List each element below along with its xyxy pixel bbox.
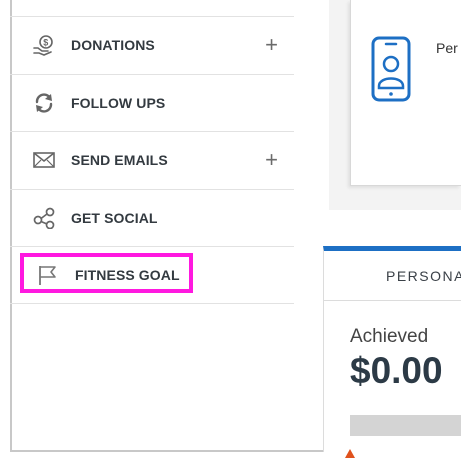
progress-marker bbox=[345, 449, 355, 458]
add-donation-button[interactable]: + bbox=[265, 34, 278, 56]
achieved-amount: $0.00 bbox=[350, 350, 443, 391]
sidebar-item-follow-ups[interactable]: FOLLOW UPS bbox=[10, 73, 294, 132]
sidebar-item-donations[interactable]: $ DONATIONS + bbox=[10, 16, 294, 74]
add-email-button[interactable]: + bbox=[265, 149, 278, 171]
progress-bar bbox=[350, 415, 461, 436]
tab-personal[interactable]: PERSONA bbox=[324, 251, 461, 301]
tab-label: PERSONA bbox=[386, 268, 461, 284]
sidebar-item-label: DONATIONS bbox=[71, 37, 155, 54]
sidebar-item-send-emails[interactable]: SEND EMAILS + bbox=[10, 131, 294, 189]
card-text: Per bbox=[436, 40, 458, 56]
sidebar-item-label: FOLLOW UPS bbox=[71, 94, 166, 111]
sidebar-item-label: GET SOCIAL bbox=[71, 209, 158, 226]
svg-text:$: $ bbox=[43, 38, 48, 48]
sidebar-item-label: SEND EMAILS bbox=[71, 152, 168, 169]
mobile-profile-icon bbox=[371, 36, 411, 102]
envelope-icon bbox=[32, 148, 56, 172]
sidebar-item-get-social[interactable]: GET SOCIAL bbox=[10, 188, 294, 247]
achieved-label: Achieved bbox=[350, 326, 429, 347]
share-icon bbox=[32, 206, 56, 230]
highlight-box bbox=[20, 253, 193, 293]
donation-hand-icon: $ bbox=[32, 33, 56, 57]
refresh-icon bbox=[32, 91, 56, 115]
